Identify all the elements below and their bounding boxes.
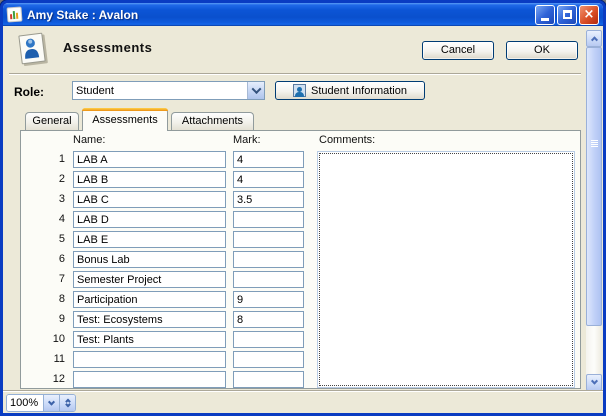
person-card-icon [18, 33, 48, 65]
mark-input[interactable] [233, 311, 304, 328]
chevron-down-icon [48, 398, 55, 405]
tab-attachments[interactable]: Attachments [171, 112, 254, 130]
mark-input[interactable] [233, 271, 304, 288]
close-icon: × [584, 8, 595, 21]
tab-assessments[interactable]: Assessments [82, 108, 168, 131]
row-number: 8 [35, 293, 65, 305]
mark-input[interactable] [233, 351, 304, 368]
name-input[interactable] [73, 331, 226, 348]
role-dropdown[interactable]: Student [72, 81, 265, 100]
minimize-icon [541, 18, 549, 21]
chevron-down-icon [251, 84, 261, 94]
row-number: 5 [35, 233, 65, 245]
zoom-spinner[interactable] [59, 395, 75, 411]
row-number: 7 [35, 273, 65, 285]
scrollbar-grip [591, 140, 598, 148]
row-number: 11 [35, 353, 65, 365]
row-number: 4 [35, 213, 65, 225]
scroll-down-button[interactable] [586, 374, 602, 391]
app-icon [6, 6, 22, 22]
chevron-down-icon [590, 378, 597, 385]
assessments-panel: Name: Mark: Comments: 1 2 3 4 5 6 7 [20, 130, 581, 389]
dialog-body: Assessments Cancel OK Role: Student Stud… [3, 26, 603, 413]
row-number: 1 [35, 153, 65, 165]
combo-arrow-button[interactable] [247, 82, 264, 99]
name-input[interactable] [73, 211, 226, 228]
minimize-button[interactable] [535, 5, 555, 25]
mark-input[interactable] [233, 251, 304, 268]
person-icon [293, 84, 306, 97]
chevron-down-icon [65, 402, 71, 408]
name-input[interactable] [73, 251, 226, 268]
name-input[interactable] [73, 171, 226, 188]
chevron-up-icon [590, 36, 597, 43]
zoom-widget: 100% [6, 394, 76, 412]
name-input[interactable] [73, 371, 226, 388]
zoom-level-value[interactable]: 100% [7, 395, 43, 411]
name-input[interactable] [73, 291, 226, 308]
header-divider [9, 73, 581, 75]
mark-input[interactable] [233, 171, 304, 188]
ok-button[interactable]: OK [506, 41, 578, 60]
role-dropdown-value: Student [73, 85, 247, 97]
vertical-scrollbar[interactable] [586, 30, 602, 391]
comments-textarea[interactable] [319, 153, 573, 386]
name-input[interactable] [73, 231, 226, 248]
scrollbar-thumb[interactable] [586, 47, 602, 326]
scroll-up-button[interactable] [586, 30, 602, 47]
name-input[interactable] [73, 271, 226, 288]
student-information-label: Student Information [311, 85, 407, 97]
mark-input[interactable] [233, 151, 304, 168]
window-title: Amy Stake : Avalon [27, 8, 533, 22]
name-input[interactable] [73, 351, 226, 368]
status-bar: 100% [3, 390, 603, 413]
row-number: 2 [35, 173, 65, 185]
row-number: 9 [35, 313, 65, 325]
close-button[interactable]: × [579, 5, 599, 25]
mark-input[interactable] [233, 231, 304, 248]
comments-box [317, 151, 575, 388]
comments-header: Comments: [319, 134, 375, 146]
mark-input[interactable] [233, 211, 304, 228]
mark-column-header: Mark: [233, 134, 261, 146]
student-information-button[interactable]: Student Information [275, 81, 425, 100]
title-bar[interactable]: Amy Stake : Avalon × [3, 3, 603, 26]
mark-input[interactable] [233, 191, 304, 208]
mark-input[interactable] [233, 371, 304, 388]
maximize-icon [563, 10, 572, 19]
row-number: 3 [35, 193, 65, 205]
tab-general[interactable]: General [25, 112, 79, 130]
row-number: 10 [35, 333, 65, 345]
name-input[interactable] [73, 191, 226, 208]
name-input[interactable] [73, 311, 226, 328]
mark-input[interactable] [233, 331, 304, 348]
page-title: Assessments [63, 40, 152, 55]
cancel-button[interactable]: Cancel [422, 41, 494, 60]
role-label: Role: [14, 85, 44, 99]
row-number: 6 [35, 253, 65, 265]
maximize-button[interactable] [557, 5, 577, 25]
mark-input[interactable] [233, 291, 304, 308]
row-number: 12 [35, 373, 65, 385]
zoom-dropdown-button[interactable] [43, 395, 59, 411]
name-input[interactable] [73, 151, 226, 168]
dialog-window: Amy Stake : Avalon × Assessments Cancel … [0, 0, 606, 416]
name-column-header: Name: [73, 134, 105, 146]
